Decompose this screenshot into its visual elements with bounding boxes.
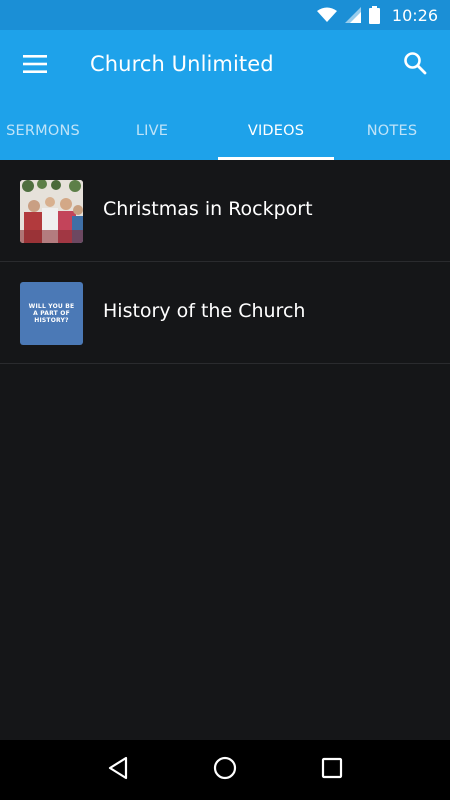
recents-icon — [321, 757, 343, 783]
video-item-history[interactable]: WILL YOU BE A PART OF HISTORY? History o… — [0, 262, 450, 364]
battery-icon — [368, 6, 380, 24]
home-button[interactable] — [205, 750, 245, 790]
tab-label: SERMONS — [6, 123, 80, 139]
app-bar: Church Unlimited — [0, 30, 450, 102]
search-button[interactable] — [400, 50, 430, 80]
tab-label: NOTES — [366, 123, 418, 139]
tab-live[interactable]: LIVE — [86, 102, 218, 160]
tab-label: VIDEOS — [247, 123, 305, 139]
search-icon — [403, 51, 427, 79]
video-thumbnail: WILL YOU BE A PART OF HISTORY? — [20, 282, 83, 345]
tab-notes[interactable]: NOTES — [334, 102, 450, 160]
wifi-icon — [316, 7, 337, 23]
back-button[interactable] — [98, 750, 138, 790]
home-icon — [213, 756, 237, 784]
tab-videos[interactable]: VIDEOS — [218, 102, 334, 160]
status-time: 10:26 — [391, 5, 438, 25]
back-icon — [107, 756, 129, 784]
video-thumbnail — [20, 180, 83, 243]
recents-button[interactable] — [312, 750, 352, 790]
tab-bar: SERMONS LIVE VIDEOS NOTES — [0, 102, 450, 160]
system-nav-bar — [0, 740, 450, 800]
video-title: Christmas in Rockport — [103, 198, 313, 220]
video-title: History of the Church — [103, 300, 306, 322]
app-title: Church Unlimited — [90, 52, 274, 76]
tab-sermons[interactable]: SERMONS — [0, 102, 86, 160]
status-bar: 10:26 — [0, 0, 450, 30]
video-list: Christmas in Rockport WILL YOU BE A PART… — [0, 160, 450, 364]
video-item-christmas[interactable]: Christmas in Rockport — [0, 160, 450, 262]
signal-icon — [344, 7, 361, 23]
tab-label: LIVE — [135, 123, 169, 139]
thumbnail-text: WILL YOU BE A PART OF HISTORY? — [28, 303, 75, 324]
menu-icon — [23, 55, 47, 77]
menu-button[interactable] — [20, 52, 50, 80]
